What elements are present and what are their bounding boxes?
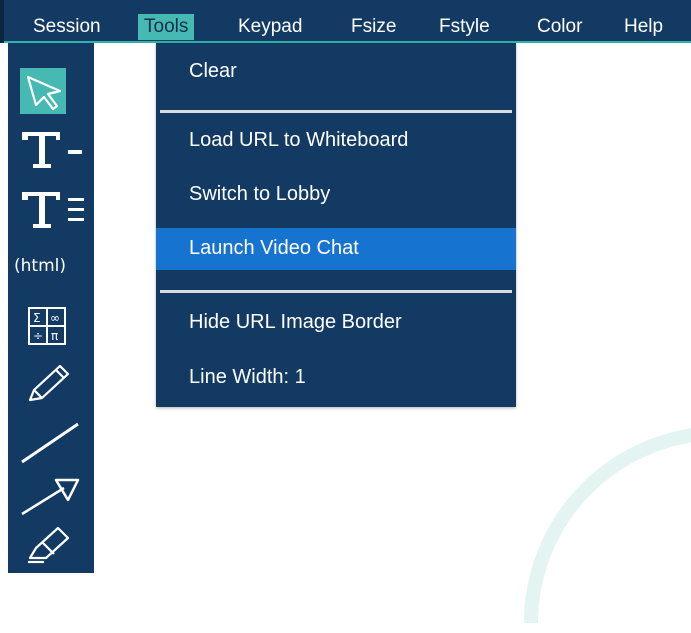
svg-text:÷: ÷ xyxy=(33,329,43,343)
menu-help[interactable]: Help xyxy=(624,14,663,40)
menu-item-hide-url-border[interactable]: Hide URL Image Border xyxy=(156,302,516,343)
pencil-icon xyxy=(28,364,70,402)
tool-select[interactable] xyxy=(8,66,94,122)
menu-item-clear[interactable]: Clear xyxy=(156,51,516,92)
tool-line[interactable] xyxy=(8,414,94,470)
svg-text:∞: ∞ xyxy=(50,311,60,325)
menu-session[interactable]: Session xyxy=(33,14,101,40)
line-icon xyxy=(21,422,79,464)
tool-text-line[interactable] xyxy=(8,122,94,178)
menu-fsize[interactable]: Fsize xyxy=(351,14,396,40)
tool-pencil[interactable] xyxy=(8,356,94,412)
menu-bar: Session Tools Keypad Fsize Fstyle Color … xyxy=(0,0,691,43)
svg-text:Σ: Σ xyxy=(33,311,41,325)
menu-item-line-width[interactable]: Line Width: 1 xyxy=(156,357,516,398)
text-block-icon xyxy=(22,192,84,228)
select-arrow-icon xyxy=(20,68,66,114)
menu-item-launch-video-chat[interactable]: Launch Video Chat xyxy=(156,228,516,270)
menu-separator xyxy=(160,290,512,293)
html-icon: (html) xyxy=(14,256,66,276)
menu-item-load-url[interactable]: Load URL to Whiteboard xyxy=(156,120,516,161)
tool-html[interactable]: (html) xyxy=(8,240,94,296)
menu-keypad[interactable]: Keypad xyxy=(238,14,302,40)
menu-color[interactable]: Color xyxy=(537,14,582,40)
menu-separator xyxy=(160,110,512,113)
tool-text-block[interactable] xyxy=(8,182,94,238)
menu-fstyle[interactable]: Fstyle xyxy=(439,14,490,40)
menu-tools[interactable]: Tools xyxy=(138,14,195,40)
menu-bar-edge xyxy=(0,0,4,43)
text-line-icon xyxy=(22,132,82,168)
tool-arrow[interactable] xyxy=(8,466,94,522)
arrow-icon xyxy=(21,478,80,516)
svg-text:π: π xyxy=(51,329,58,343)
tool-eraser[interactable] xyxy=(8,516,94,572)
tools-dropdown-menu: Clear Load URL to Whiteboard Switch to L… xyxy=(156,43,516,407)
menu-item-switch-lobby[interactable]: Switch to Lobby xyxy=(156,174,516,215)
eraser-icon xyxy=(28,526,70,564)
tool-math[interactable]: Σ ∞ ÷ π xyxy=(8,298,94,354)
canvas-watermark-arc xyxy=(524,428,691,624)
math-symbols-icon: Σ ∞ ÷ π xyxy=(28,307,66,345)
